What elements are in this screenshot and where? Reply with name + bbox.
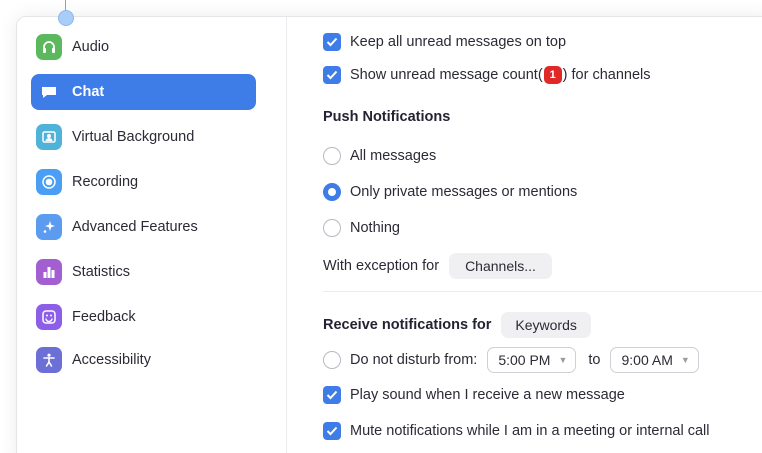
push-notifications-heading: Push Notifications	[323, 109, 451, 125]
sidebar-item-label: Statistics	[72, 264, 131, 280]
radio-private-mentions[interactable]	[323, 183, 341, 201]
play-sound-checkbox[interactable]	[323, 386, 341, 404]
push-option-private-mentions[interactable]: Only private messages or mentions	[323, 183, 577, 201]
checkmark-icon	[326, 426, 338, 436]
exception-label: With exception for	[323, 258, 440, 274]
sidebar-item-label: Advanced Features	[72, 219, 198, 235]
do-not-disturb-label: Do not disturb from:	[350, 352, 478, 368]
keep-unread-top-label: Keep all unread messages on top	[350, 34, 567, 50]
play-sound-label: Play sound when I receive a new message	[350, 387, 625, 403]
keywords-button[interactable]: Keywords	[501, 312, 591, 338]
sidebar-item-advanced-features[interactable]: Advanced Features	[31, 209, 256, 245]
sidebar-item-virtual-background[interactable]: Virtual Background	[31, 119, 256, 155]
checkmark-icon	[326, 37, 338, 47]
dnd-from-value: 5:00 PM	[498, 352, 551, 368]
sidebar-item-chat[interactable]: Chat	[31, 74, 256, 110]
keep-unread-top-checkbox[interactable]	[323, 33, 341, 51]
do-not-disturb-checkbox[interactable]	[323, 351, 341, 369]
push-option-label: Only private messages or mentions	[350, 184, 578, 200]
channels-button[interactable]: Channels...	[449, 253, 552, 279]
exception-setting: With exception for Channels...	[323, 253, 552, 279]
checkmark-icon	[326, 70, 338, 80]
settings-sidebar: Audio Chat Virtual Background Recording …	[17, 17, 287, 453]
sidebar-item-label: Audio	[72, 39, 110, 55]
dnd-to-value: 9:00 AM	[621, 352, 673, 368]
push-option-label: Nothing	[350, 220, 400, 236]
radio-all-messages[interactable]	[323, 147, 341, 165]
chat-bubble-icon	[36, 79, 62, 105]
sidebar-item-feedback[interactable]: Feedback	[31, 299, 256, 335]
sparkles-icon	[36, 214, 62, 240]
mute-notifications-label: Mute notifications while I am in a meeti…	[350, 423, 710, 439]
radio-nothing[interactable]	[323, 219, 341, 237]
cursor-indicator	[58, 10, 74, 26]
sidebar-item-label: Feedback	[72, 309, 136, 325]
sidebar-item-label: Accessibility	[72, 352, 151, 368]
do-not-disturb-setting: Do not disturb from: 5:00 PM ▼ to 9:00 A…	[323, 347, 699, 373]
push-option-nothing[interactable]: Nothing	[323, 219, 400, 237]
sidebar-item-accessibility[interactable]: Accessibility	[31, 342, 256, 378]
dnd-from-select[interactable]: 5:00 PM ▼	[487, 347, 577, 373]
play-sound-setting: Play sound when I receive a new message	[323, 386, 625, 404]
chevron-down-icon: ▼	[558, 355, 568, 365]
headphones-icon	[36, 34, 62, 60]
record-icon	[36, 169, 62, 195]
show-unread-count-label-start: Show unread message count(	[350, 67, 543, 83]
person-portrait-icon	[36, 124, 62, 150]
chevron-down-icon: ▼	[680, 355, 690, 365]
dnd-to-label: to	[588, 352, 601, 368]
sidebar-item-recording[interactable]: Recording	[31, 164, 256, 200]
sidebar-item-statistics[interactable]: Statistics	[31, 254, 256, 290]
sidebar-item-label: Virtual Background	[72, 129, 195, 145]
accessibility-icon	[36, 347, 62, 373]
keep-unread-top-setting: Keep all unread messages on top	[323, 33, 566, 51]
dnd-to-select[interactable]: 9:00 AM ▼	[610, 347, 699, 373]
receive-notifications-heading: Receive notifications for	[323, 317, 492, 333]
sidebar-item-audio[interactable]: Audio	[31, 29, 256, 65]
sidebar-item-label: Chat	[72, 84, 105, 100]
push-option-all-messages[interactable]: All messages	[323, 147, 436, 165]
show-unread-count-checkbox[interactable]	[323, 66, 341, 84]
smiley-icon	[36, 304, 62, 330]
show-unread-count-setting: Show unread message count( 1 ) for chann…	[323, 66, 651, 84]
show-unread-count-label-end: ) for channels	[562, 67, 651, 83]
checkmark-icon	[326, 390, 338, 400]
sidebar-item-label: Recording	[72, 174, 139, 190]
unread-count-badge: 1	[543, 66, 562, 84]
mute-notifications-setting: Mute notifications while I am in a meeti…	[323, 422, 709, 440]
bar-chart-icon	[36, 259, 62, 285]
settings-window: Audio Chat Virtual Background Recording …	[16, 16, 762, 453]
mute-notifications-checkbox[interactable]	[323, 422, 341, 440]
receive-notifications-setting: Receive notifications for Keywords	[323, 312, 591, 338]
chat-settings-panel: Keep all unread messages on top Show unr…	[323, 17, 762, 453]
push-option-label: All messages	[350, 148, 437, 164]
section-divider	[323, 291, 762, 292]
